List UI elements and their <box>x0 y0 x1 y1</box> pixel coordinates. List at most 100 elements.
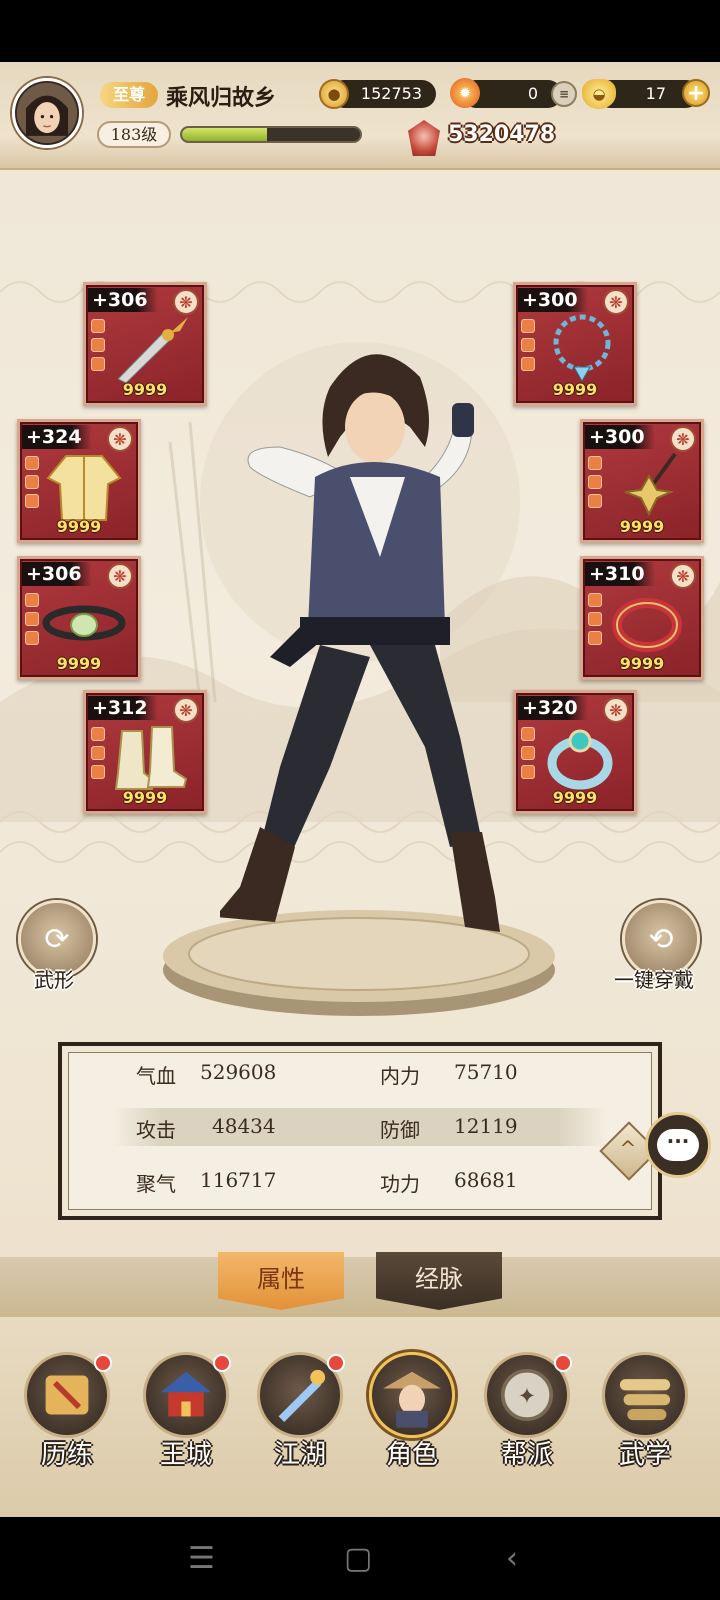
system-navigation-bar: ☰ ▢ ‹ <box>0 1517 720 1600</box>
enhance-level: +300 <box>585 425 655 449</box>
transform-icon: ⟳ <box>44 921 70 957</box>
combat-power-icon <box>408 120 440 156</box>
equip-count: 9999 <box>552 380 598 399</box>
yuanbao-value: 17 <box>645 84 666 103</box>
star-badge-icon: ❋ <box>107 563 133 589</box>
top-bar: 至尊 乘风归故乡 183级 152753 ● 0 ✹ ≡ 17 ◒ + 5320… <box>0 62 720 170</box>
equip-count: 9999 <box>122 788 168 807</box>
enhance-level: +300 <box>518 288 588 312</box>
nav-jianghu[interactable]: 江湖 <box>245 1352 355 1502</box>
enhance-level: +320 <box>518 696 588 720</box>
star-badge-icon: ❋ <box>670 563 696 589</box>
star-badge-icon: ❋ <box>670 426 696 452</box>
star-badge-icon: ❋ <box>107 426 133 452</box>
belt-icon <box>42 605 126 641</box>
stat-value: 68681 <box>454 1168 518 1192</box>
star-badge-icon: ❋ <box>173 697 199 723</box>
gem-sockets <box>521 727 535 784</box>
star-badge-icon: ❋ <box>603 289 629 315</box>
tab-meridians[interactable]: 经脉 <box>376 1252 502 1310</box>
coin-value: 152753 <box>360 84 422 103</box>
star-badge-icon: ❋ <box>173 289 199 315</box>
robe-icon <box>46 455 122 521</box>
back-icon[interactable]: ‹ <box>506 1541 518 1576</box>
recharge-plus-button[interactable]: + <box>682 79 710 107</box>
nav-martial-arts[interactable]: 武学 <box>590 1352 700 1502</box>
notification-dot <box>213 1354 231 1372</box>
notification-dot <box>554 1354 572 1372</box>
equip-all-label: 一键穿戴 <box>614 968 694 992</box>
chat-bubble-icon: ··· <box>657 1129 699 1161</box>
nav-label: 角色 <box>385 1440 438 1470</box>
stat-value: 12119 <box>454 1114 518 1138</box>
martial-form-label: 武形 <box>34 968 74 992</box>
experience-bar <box>180 126 362 143</box>
gem-sockets <box>91 319 105 376</box>
necklace-icon <box>553 314 611 383</box>
notification-dot <box>94 1354 112 1372</box>
gem-sockets <box>25 593 39 650</box>
stat-label: 气血 <box>136 1064 176 1088</box>
stat-row: 气血 529608 内力 75710 <box>112 1054 608 1092</box>
recent-apps-icon[interactable]: ☰ <box>188 1541 215 1576</box>
nav-character[interactable]: 角色 <box>357 1352 467 1502</box>
player-name: 乘风归故乡 <box>166 85 277 111</box>
equip-slot-pendant[interactable]: +300 ❋ 9999 <box>580 419 704 543</box>
equip-count: 9999 <box>552 788 598 807</box>
stat-label: 内力 <box>380 1064 420 1088</box>
stat-value: 75710 <box>454 1060 518 1084</box>
stat-label: 攻击 <box>136 1118 176 1142</box>
home-icon[interactable]: ▢ <box>344 1541 372 1576</box>
stats-panel: 气血 529608 内力 75710 攻击 48434 防御 12119 聚气 … <box>58 1042 662 1220</box>
enhance-level: +312 <box>88 696 158 720</box>
equip-count: 9999 <box>122 380 168 399</box>
flame-icon: ✹ <box>450 78 480 108</box>
chat-button[interactable]: ··· <box>645 1112 711 1178</box>
character-model <box>220 354 500 932</box>
armor-swap-icon: ⟲ <box>648 921 674 957</box>
scrolls-icon <box>602 1352 688 1438</box>
equip-count: 9999 <box>619 654 665 673</box>
nav-guild[interactable]: ✦ 帮派 <box>472 1352 582 1502</box>
stat-value: 116717 <box>200 1168 277 1192</box>
yuanbao-icon: ◒ <box>582 79 616 109</box>
enhance-level: +324 <box>22 425 92 449</box>
nav-training[interactable]: 历练 <box>12 1352 122 1502</box>
equip-count: 9999 <box>56 517 102 536</box>
tab-attributes[interactable]: 属性 <box>218 1252 344 1310</box>
avatar-portrait-icon <box>16 82 78 144</box>
gem-sockets <box>588 456 602 513</box>
stat-row: 攻击 48434 防御 12119 <box>112 1108 608 1146</box>
stat-row: 聚气 116717 功力 68681 <box>112 1162 608 1200</box>
straw-hat-hero-icon <box>369 1352 455 1438</box>
tab-strip <box>0 1257 720 1317</box>
equip-slot-belt[interactable]: +306 ❋ 9999 <box>17 556 141 680</box>
exchange-icon[interactable]: ≡ <box>551 81 577 107</box>
equip-slot-armor[interactable]: +324 ❋ 9999 <box>17 419 141 543</box>
gem-sockets <box>588 593 602 650</box>
boots-icon <box>114 726 188 790</box>
equip-slot-necklace[interactable]: +300 ❋ 9999 <box>513 282 637 406</box>
experience-bar-fill <box>182 128 268 141</box>
stat-value: 48434 <box>212 1114 276 1138</box>
nav-label: 武学 <box>618 1440 671 1470</box>
nav-royal-city[interactable]: 王城 <box>131 1352 241 1502</box>
notification-dot <box>327 1354 345 1372</box>
coin-icon: ● <box>319 79 349 109</box>
nav-label: 王城 <box>159 1440 212 1470</box>
equip-slot-boots[interactable]: +312 ❋ 9999 <box>83 690 207 814</box>
character-screen: 至尊 乘风归故乡 183级 152753 ● 0 ✹ ≡ 17 ◒ + 5320… <box>0 62 720 1517</box>
player-level: 183级 <box>97 121 171 148</box>
equip-count: 9999 <box>56 654 102 673</box>
status-bar <box>0 0 720 62</box>
player-avatar[interactable] <box>12 78 82 148</box>
stat-label: 功力 <box>380 1172 420 1196</box>
stat-label: 聚气 <box>136 1172 176 1196</box>
bracelet-icon <box>612 598 682 652</box>
flame-value: 0 <box>527 84 538 103</box>
stat-label: 防御 <box>380 1118 420 1142</box>
equip-slot-weapon[interactable]: +306 ❋ 9999 <box>83 282 207 406</box>
equip-slot-bracelet[interactable]: +310 ❋ 9999 <box>580 556 704 680</box>
equip-count: 9999 <box>619 517 665 536</box>
equip-slot-ring[interactable]: +320 ❋ 9999 <box>513 690 637 814</box>
